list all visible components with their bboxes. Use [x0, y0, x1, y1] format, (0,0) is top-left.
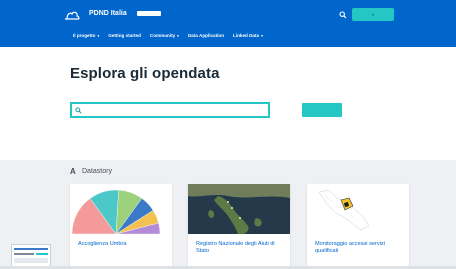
nav-list: Il progetto ▾ Getting started Community … — [73, 33, 263, 38]
brand-name[interactable]: PDND Italia — [89, 10, 127, 17]
datastory-section: A Datastory Accoglienza Umbra Registro N… — [0, 160, 456, 269]
region-map-image — [318, 189, 370, 231]
datastory-card[interactable]: Accoglienza Umbra — [70, 184, 172, 269]
nav-item-il-progetto[interactable]: Il progetto ▾ — [73, 33, 99, 38]
page-title: Esplora gli opendata — [70, 65, 220, 82]
card-image-region-map — [307, 184, 409, 234]
search-box[interactable] — [70, 102, 270, 118]
datastory-card[interactable]: Registro Nazionale degli Aiuti di Stato — [188, 184, 290, 269]
chevron-down-icon: ▾ — [261, 33, 263, 38]
nav-item-label: Il progetto — [73, 33, 96, 38]
cloud-logo-icon[interactable] — [63, 10, 81, 21]
datastory-icon: A — [70, 167, 76, 176]
card-title[interactable]: Monitoraggio accessi servizi qualificati — [315, 241, 405, 255]
header-search-button[interactable] — [336, 8, 349, 21]
card-image-italy-map — [188, 184, 290, 234]
chevron-down-icon: ▾ — [177, 33, 179, 38]
nav-item-data-application[interactable]: Data Application — [188, 33, 224, 38]
card-title[interactable]: Registro Nazionale degli Aiuti di Stato — [196, 241, 286, 255]
main-navbar: Il progetto ▾ Getting started Community … — [0, 27, 456, 47]
chevron-down-icon: ▾ — [372, 12, 374, 17]
nav-item-label: Community — [149, 33, 176, 38]
nav-item-getting-started[interactable]: Getting started — [108, 33, 141, 38]
top-header: PDND Italia ▾ — [0, 0, 456, 27]
advanced-search-button[interactable] — [302, 103, 342, 117]
nav-item-label: Data Application — [187, 33, 225, 38]
nav-item-community[interactable]: Community ▾ — [150, 33, 179, 38]
account-button[interactable]: ▾ — [352, 8, 394, 21]
datastory-card[interactable]: Monitoraggio accessi servizi qualificati — [307, 184, 409, 269]
thumbnail-preview[interactable] — [11, 244, 51, 267]
card-title[interactable]: Accoglienza Umbra — [78, 241, 168, 248]
pie-chart-image — [71, 189, 161, 234]
search-icon — [74, 106, 83, 115]
hero-section: Esplora gli opendata — [0, 47, 456, 160]
search-input[interactable] — [86, 105, 266, 115]
search-icon — [338, 10, 346, 18]
page: PDND Italia ▾ Il progetto ▾ Getting star… — [0, 0, 456, 269]
brand-url-badge — [137, 11, 161, 16]
nav-item-label: Getting started — [108, 33, 141, 38]
chevron-down-icon: ▾ — [97, 33, 100, 38]
nav-item-label: Linked Data — [233, 33, 260, 38]
nav-item-linked-data[interactable]: Linked Data ▾ — [233, 33, 263, 38]
italy-map-image — [188, 184, 290, 234]
thumbnail-image — [14, 248, 48, 263]
section-title: Datastory — [82, 168, 112, 175]
card-image-pie-chart — [70, 184, 172, 234]
